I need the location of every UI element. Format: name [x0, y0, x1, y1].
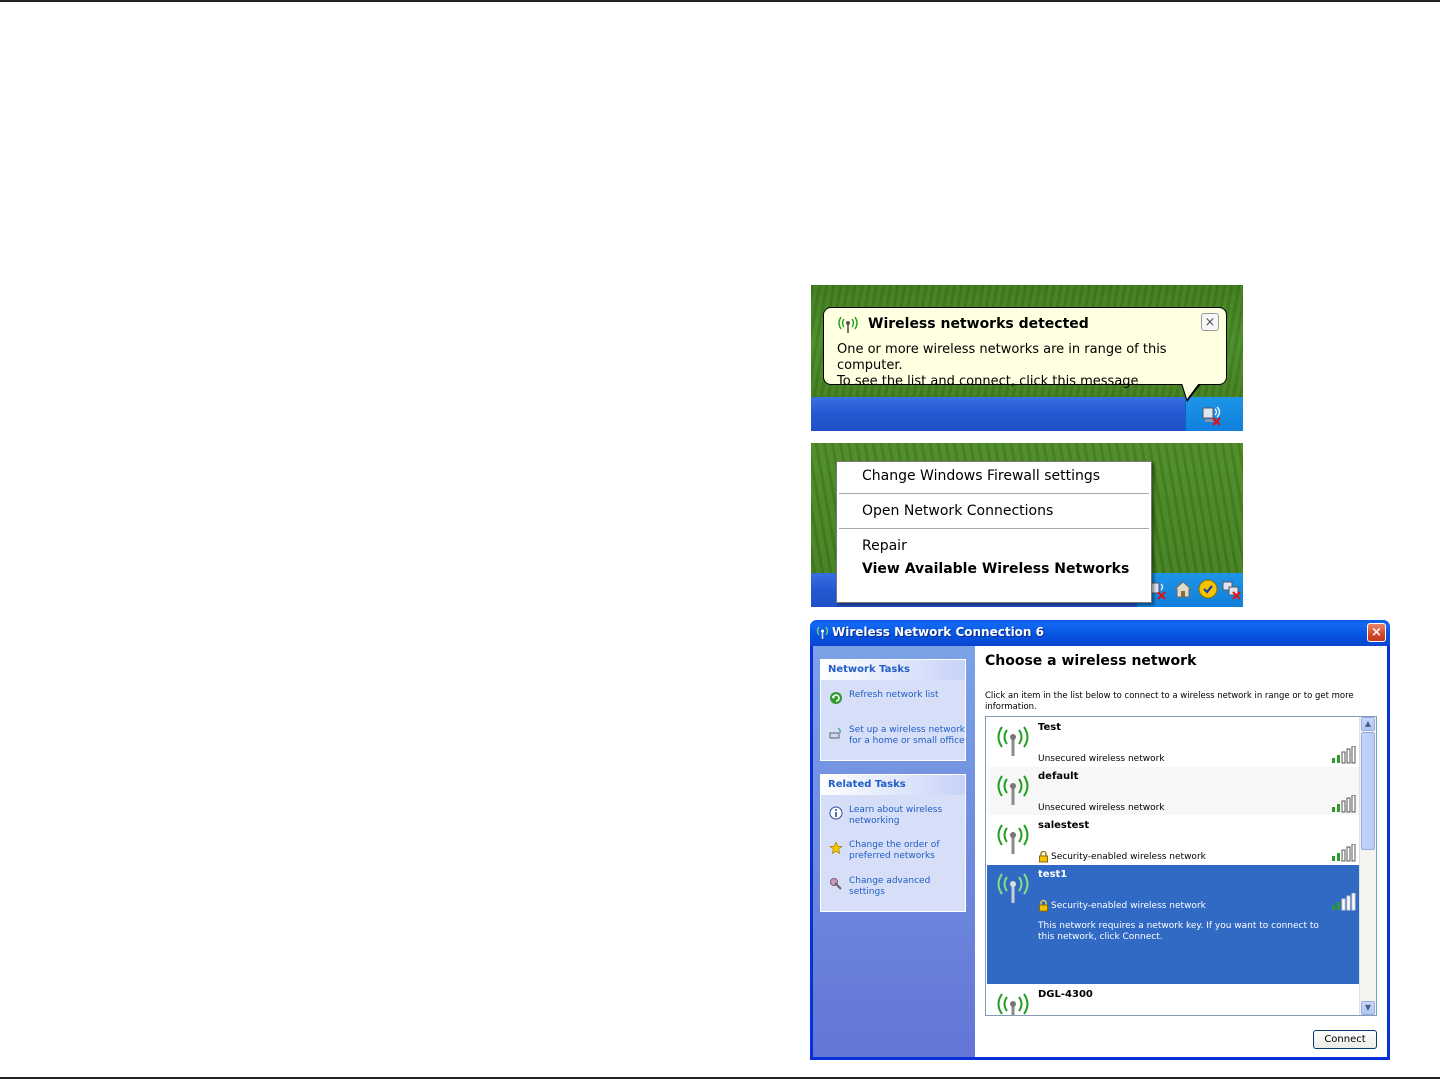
task-learn-label: Learn about wireless networking: [849, 805, 969, 827]
scroll-down-button[interactable]: ▼: [1361, 1001, 1375, 1015]
window-title: Wireless Network Connection 6: [832, 625, 1044, 639]
refresh-icon: [830, 692, 842, 704]
scroll-up-button[interactable]: ▲: [1361, 717, 1375, 731]
network-ssid: default: [1038, 771, 1079, 782]
task-pane: Network Tasks Refresh network list Set u…: [813, 646, 975, 1057]
network-list-pane: Choose a wireless network Click an item …: [975, 646, 1387, 1057]
menu-item-firewall-settings[interactable]: Change Windows Firewall settings: [862, 468, 1100, 484]
signal-strength-icon: [1332, 893, 1356, 911]
wireless-antenna-icon: [997, 993, 1029, 1015]
instructions-text: Click an item in the list below to conne…: [985, 691, 1354, 712]
network-ssid: DGL-4300: [1038, 989, 1093, 1000]
task-advanced-line-2: settings: [849, 887, 885, 897]
wireless-tray-icon[interactable]: [1200, 403, 1224, 427]
wireless-antenna-icon: [997, 775, 1029, 805]
page-bottom-rule: [0, 1077, 1440, 1079]
network-ssid: test1: [1038, 869, 1068, 880]
wireless-antenna-icon: [816, 626, 829, 639]
info-icon: [829, 806, 843, 820]
menu-item-open-network-connections[interactable]: Open Network Connections: [862, 503, 1053, 519]
task-change-order-label: Change the order of preferred networks: [849, 840, 969, 862]
related-tasks-box: Related Tasks Learn about wireless netwo…: [820, 774, 966, 912]
task-setup-label-line-2: for a home or small office: [849, 736, 965, 746]
home-icon[interactable]: [1173, 579, 1193, 599]
network-tasks-box: Network Tasks Refresh network list Set u…: [820, 659, 966, 761]
balloon-message-line-1: One or more wireless networks are in ran…: [837, 342, 1167, 373]
wireless-antenna-icon: [997, 873, 1029, 903]
network-row-test[interactable]: Test Unsecured wireless network: [987, 718, 1361, 766]
menu-item-view-wireless-networks[interactable]: View Available Wireless Networks: [862, 561, 1129, 577]
task-change-order-line-2: preferred networks: [849, 851, 935, 861]
menu-separator: [839, 493, 1149, 494]
task-change-order-line-1: Change the order of: [849, 840, 940, 850]
connect-button[interactable]: Connect: [1313, 1030, 1377, 1049]
context-menu-screenshot: Change Windows Firewall settings Open Ne…: [811, 443, 1243, 607]
security-alert-icon[interactable]: [1197, 578, 1219, 600]
menu-separator: [839, 528, 1149, 529]
balloon-message-line-2: To see the list and connect, click this …: [837, 374, 1139, 389]
wireless-antenna-icon: [997, 824, 1029, 854]
task-advanced-label: Change advanced settings: [849, 876, 969, 898]
network-tasks-header[interactable]: Network Tasks: [821, 660, 965, 680]
network-security: Unsecured wireless network: [1038, 754, 1165, 764]
settings-icon: [830, 878, 842, 890]
lock-icon: [1039, 899, 1048, 912]
notification-balloon[interactable]: Wireless networks detected × One or more…: [823, 307, 1227, 389]
system-tray: [1136, 573, 1243, 607]
network-security: Security-enabled wireless network: [1051, 901, 1206, 911]
network-row-dgl-4300[interactable]: DGL-4300: [987, 985, 1361, 1015]
star-icon: [829, 841, 843, 855]
signal-strength-icon: [1332, 795, 1356, 813]
task-setup-label: Set up a wireless network for a home or …: [849, 725, 969, 747]
wireless-antenna-icon: [838, 316, 858, 333]
wireless-connection-window: Wireless Network Connection 6 × Network …: [810, 620, 1390, 1060]
task-advanced-line-1: Change advanced: [849, 876, 931, 886]
network-ssid: salestest: [1038, 820, 1090, 831]
page-top-rule: [0, 0, 1440, 2]
network-ssid: Test: [1038, 722, 1062, 733]
balloon-screenshot: Wireless networks detected × One or more…: [811, 285, 1243, 431]
wireless-antenna-icon: [997, 726, 1029, 756]
window-client-area: Network Tasks Refresh network list Set u…: [813, 646, 1387, 1057]
lock-icon: [1039, 850, 1048, 863]
network-key-note: This network requires a network key. If …: [1038, 921, 1319, 942]
network-security: Security-enabled wireless network: [1051, 852, 1206, 862]
balloon-close-button[interactable]: ×: [1201, 313, 1219, 331]
network-row-test1-selected[interactable]: test1 Security-enabled wireless network …: [987, 865, 1361, 984]
menu-item-repair[interactable]: Repair: [862, 538, 907, 554]
related-tasks-header[interactable]: Related Tasks: [821, 775, 965, 795]
taskbar: [811, 397, 1243, 431]
wireless-network-list[interactable]: Test Unsecured wireless network default …: [985, 716, 1377, 1016]
signal-strength-icon: [1332, 746, 1356, 764]
balloon-tail-fill: [1182, 383, 1199, 399]
task-learn-label-line-1: Learn about wireless: [849, 805, 943, 815]
system-tray: [1185, 397, 1243, 431]
setup-wireless-icon: [829, 727, 841, 739]
balloon-message[interactable]: One or more wireless networks are in ran…: [837, 342, 1217, 390]
window-title-bar[interactable]: Wireless Network Connection 6 ×: [810, 620, 1390, 646]
network-row-default[interactable]: default Unsecured wireless network: [987, 767, 1361, 815]
tray-context-menu: Change Windows Firewall settings Open Ne…: [836, 461, 1152, 603]
task-setup-label-line-1: Set up a wireless network: [849, 725, 966, 735]
network-disconnected-icon[interactable]: [1221, 579, 1243, 601]
balloon-title: Wireless networks detected: [868, 316, 1089, 332]
task-learn-label-line-2: networking: [849, 816, 900, 826]
network-security: Unsecured wireless network: [1038, 803, 1165, 813]
network-list-scrollbar[interactable]: ▲ ▼: [1359, 717, 1376, 1015]
signal-strength-icon: [1332, 844, 1356, 862]
page-title: Choose a wireless network: [985, 653, 1197, 669]
window-close-button[interactable]: ×: [1367, 623, 1386, 642]
network-row-salestest[interactable]: salestest Security-enabled wireless netw…: [987, 816, 1361, 864]
scrollbar-thumb[interactable]: [1361, 732, 1375, 850]
task-refresh-label: Refresh network list: [849, 690, 939, 700]
connect-label: Connect: [1324, 1034, 1366, 1045]
